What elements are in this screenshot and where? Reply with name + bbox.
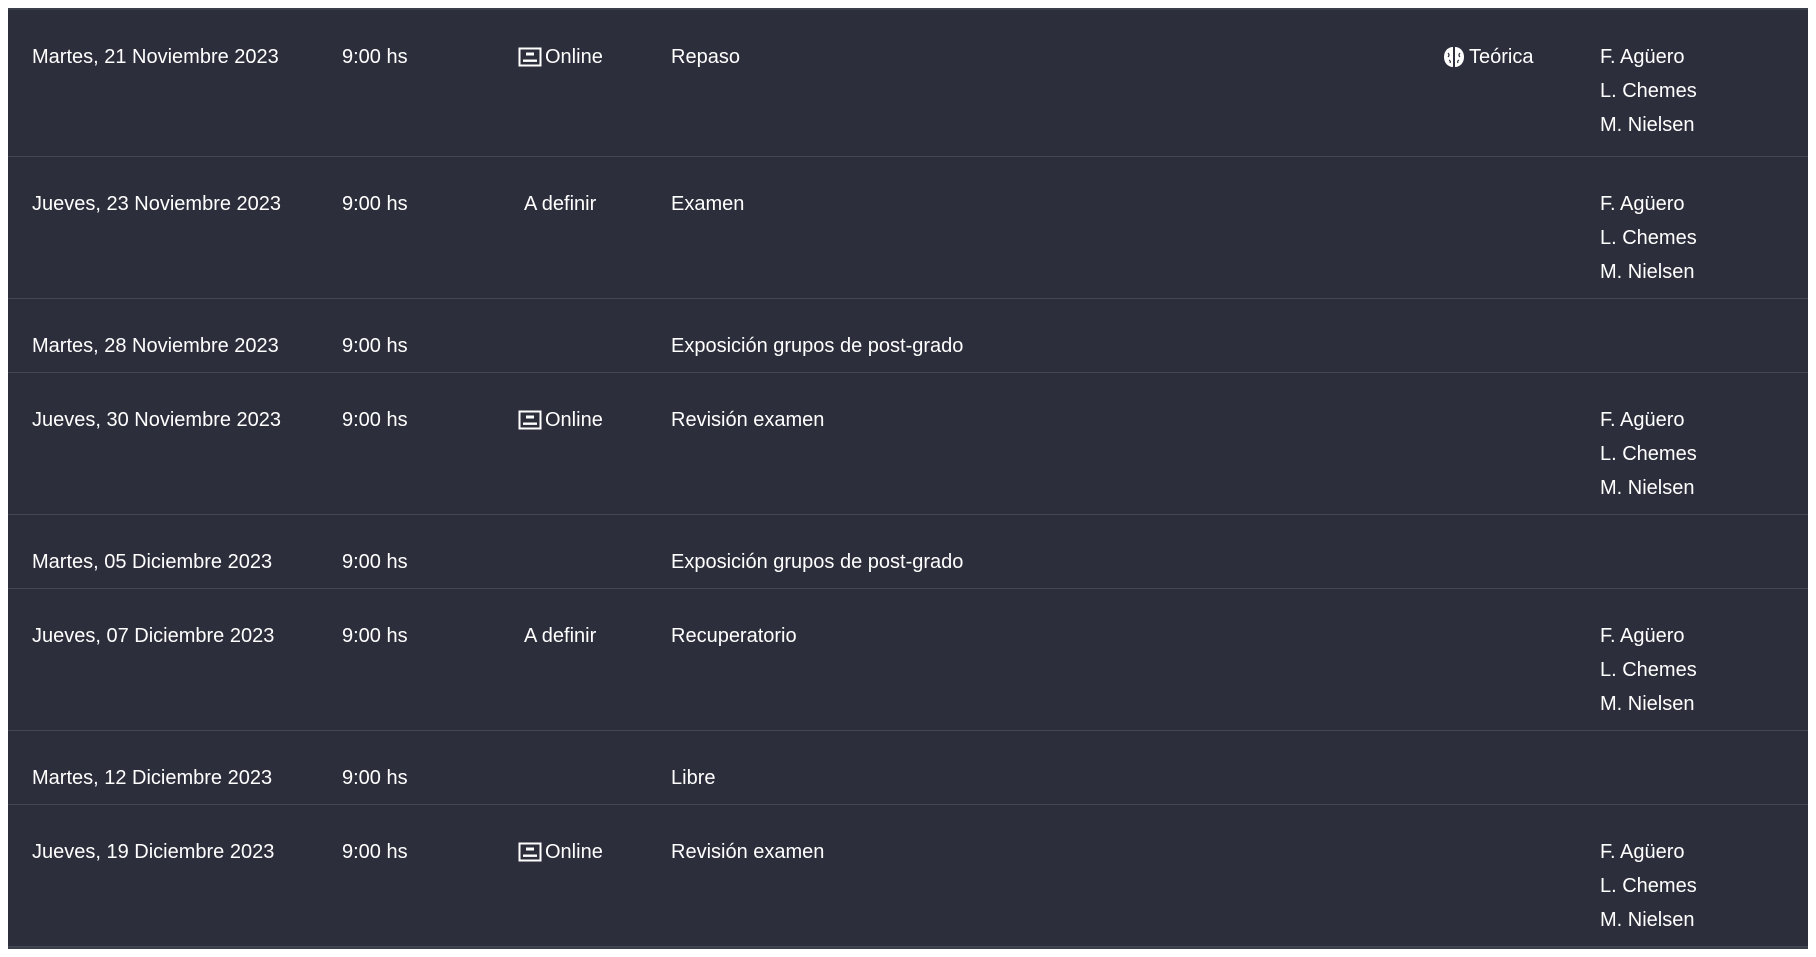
monitor-icon <box>518 410 542 430</box>
mode-cell: Online <box>518 835 603 869</box>
topic-cell: Examen <box>671 193 745 215</box>
brain-icon <box>1442 45 1466 69</box>
teacher-name: F. Agüero <box>1600 409 1685 431</box>
teacher-name: L. Chemes <box>1600 80 1697 102</box>
date-cell: Jueves, 19 Diciembre 2023 <box>32 841 275 863</box>
teachers-cell: F. Agüero L. Chemes M. Nielsen <box>1600 187 1697 289</box>
topic-cell: Revisión examen <box>671 841 825 863</box>
monitor-icon <box>518 842 542 862</box>
teacher-name: L. Chemes <box>1600 227 1697 249</box>
table-row: Jueves, 07 Diciembre 2023 9:00 hs A defi… <box>8 589 1808 731</box>
table-row: Martes, 28 Noviembre 2023 9:00 hs Exposi… <box>8 299 1808 373</box>
teacher-name: F. Agüero <box>1600 193 1685 215</box>
topic-cell: Exposición grupos de post-grado <box>671 551 964 573</box>
mode-cell: A definir <box>524 625 597 647</box>
time-cell: 9:00 hs <box>342 193 408 215</box>
time-cell: 9:00 hs <box>342 841 408 863</box>
time-cell: 9:00 hs <box>342 335 408 357</box>
time-cell: 9:00 hs <box>342 409 408 431</box>
topic-cell: Libre <box>671 767 716 789</box>
mode-label: Online <box>545 46 603 68</box>
mode-label: Online <box>545 409 603 431</box>
monitor-icon <box>518 47 542 67</box>
teacher-name: F. Agüero <box>1600 46 1685 68</box>
teachers-cell: F. Agüero L. Chemes M. Nielsen <box>1600 40 1697 142</box>
time-cell: 9:00 hs <box>342 46 408 68</box>
teacher-name: L. Chemes <box>1600 443 1697 465</box>
mode-label: Online <box>545 841 603 863</box>
topic-cell: Repaso <box>671 46 740 68</box>
teacher-name: F. Agüero <box>1600 841 1685 863</box>
teacher-name: M. Nielsen <box>1600 693 1695 715</box>
topic-cell: Recuperatorio <box>671 625 797 647</box>
topic-cell: Revisión examen <box>671 409 825 431</box>
schedule-table: Martes, 21 Noviembre 2023 9:00 hs Online… <box>8 8 1808 949</box>
teacher-name: L. Chemes <box>1600 875 1697 897</box>
teacher-name: M. Nielsen <box>1600 261 1695 283</box>
teacher-name: L. Chemes <box>1600 659 1697 681</box>
table-row: Jueves, 23 Noviembre 2023 9:00 hs A defi… <box>8 157 1808 299</box>
teachers-cell: F. Agüero L. Chemes M. Nielsen <box>1600 619 1697 721</box>
date-cell: Martes, 05 Diciembre 2023 <box>32 551 273 573</box>
mode-cell: A definir <box>524 193 597 215</box>
date-cell: Martes, 12 Diciembre 2023 <box>32 767 273 789</box>
teacher-name: F. Agüero <box>1600 625 1685 647</box>
topic-cell: Exposición grupos de post-grado <box>671 335 964 357</box>
teacher-name: M. Nielsen <box>1600 114 1695 136</box>
teachers-cell: F. Agüero L. Chemes M. Nielsen <box>1600 403 1697 505</box>
table-row: Martes, 05 Diciembre 2023 9:00 hs Exposi… <box>8 515 1808 589</box>
mode-cell: Online <box>518 40 603 74</box>
date-cell: Jueves, 23 Noviembre 2023 <box>32 193 282 215</box>
table-row: Martes, 12 Diciembre 2023 9:00 hs Libre <box>8 731 1808 805</box>
teacher-name: M. Nielsen <box>1600 909 1695 931</box>
time-cell: 9:00 hs <box>342 625 408 647</box>
teacher-name: M. Nielsen <box>1600 477 1695 499</box>
kind-cell: Teórica <box>1442 40 1533 74</box>
date-cell: Jueves, 07 Diciembre 2023 <box>32 625 275 647</box>
table-row: Jueves, 30 Noviembre 2023 9:00 hs Online… <box>8 373 1808 515</box>
teachers-cell: F. Agüero L. Chemes M. Nielsen <box>1600 835 1697 937</box>
date-cell: Martes, 28 Noviembre 2023 <box>32 335 279 357</box>
mode-cell: Online <box>518 403 603 437</box>
table-row: Jueves, 19 Diciembre 2023 9:00 hs Online… <box>8 805 1808 947</box>
time-cell: 9:00 hs <box>342 551 408 573</box>
table-row: Martes, 21 Noviembre 2023 9:00 hs Online… <box>8 10 1808 157</box>
date-cell: Jueves, 30 Noviembre 2023 <box>32 409 282 431</box>
kind-label: Teórica <box>1469 46 1534 68</box>
time-cell: 9:00 hs <box>342 767 408 789</box>
date-cell: Martes, 21 Noviembre 2023 <box>32 46 279 68</box>
